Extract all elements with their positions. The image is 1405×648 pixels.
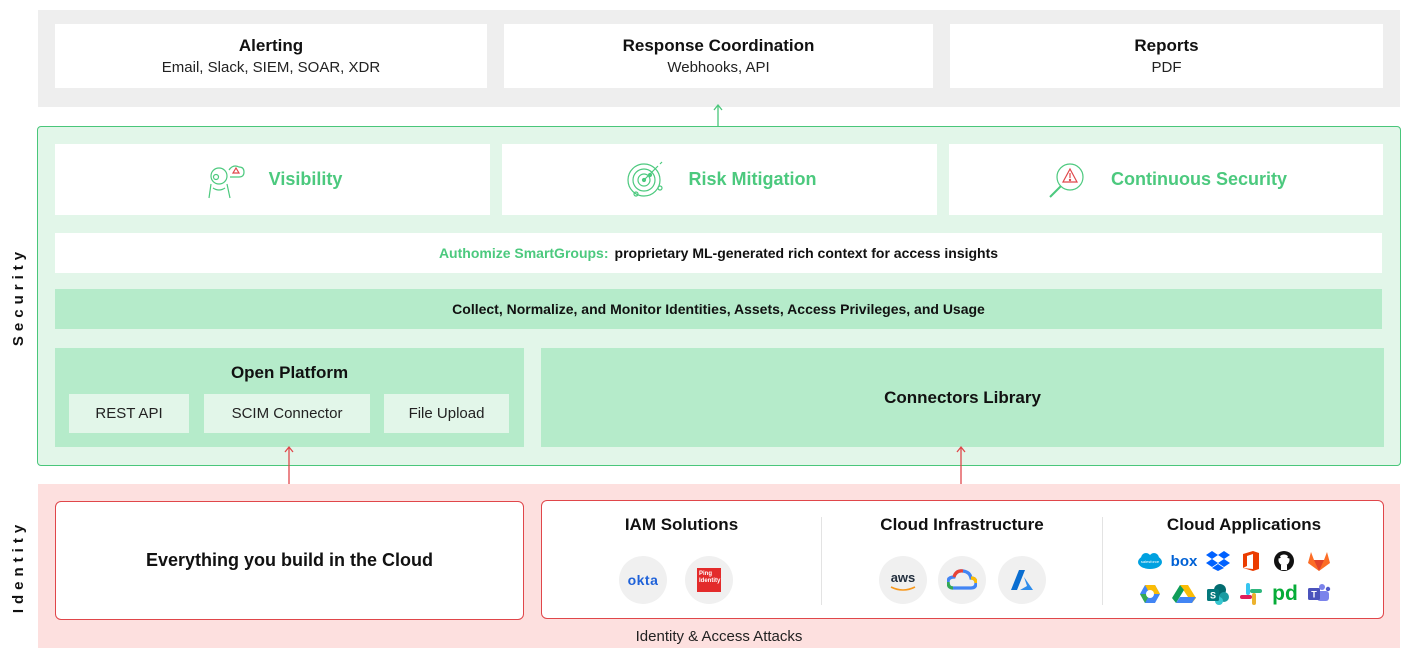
github-logo [1271, 548, 1297, 574]
smartgroups-brand: Authomize SmartGroups: [438, 245, 609, 261]
feature-risk-mitigation: Risk Mitigation [502, 144, 937, 215]
aws-logo: aws [879, 556, 927, 604]
output-reports: Reports PDF [950, 24, 1383, 88]
google-cloud-logo [938, 556, 986, 604]
security-band: Visibility Risk Mitigation Continuous Se… [37, 126, 1401, 466]
sharepoint-logo: S [1205, 581, 1231, 607]
dropbox-icon [1206, 551, 1230, 571]
gcp-icon [1140, 585, 1160, 603]
box-logo: box [1170, 548, 1198, 574]
arrow-up-to-outputs [713, 103, 723, 127]
office-icon [1243, 551, 1259, 571]
open-platform-file-upload: File Upload [384, 394, 509, 433]
identity-side-label: Identity [4, 484, 34, 648]
slack-icon [1240, 583, 1262, 605]
smartgroups-text: proprietary ML-generated rich context fo… [614, 245, 999, 261]
feature-label: Continuous Security [1110, 169, 1287, 189]
output-response-coordination: Response Coordination Webhooks, API [504, 24, 933, 88]
output-subtitle: PDF [1151, 59, 1182, 76]
google-drive-icon [1172, 585, 1196, 603]
outputs-band: Alerting Email, Slack, SIEM, SOAR, XDR R… [38, 10, 1400, 107]
pagerduty-logo: pd [1269, 581, 1301, 607]
output-title: Response Coordination [622, 36, 815, 55]
okta-logo-text: okta [627, 572, 659, 588]
google-drive-logo [1171, 581, 1197, 607]
output-subtitle: Email, Slack, SIEM, SOAR, XDR [161, 59, 381, 76]
gcp-logo [1137, 581, 1163, 607]
magnifier-warning-icon [1049, 162, 1084, 198]
ping-identity-logo-text: Ping Identity [697, 568, 721, 592]
smartgroups-bar: Authomize SmartGroups: proprietary ML-ge… [55, 233, 1382, 273]
feature-label: Visibility [268, 169, 343, 189]
azure-icon [1011, 570, 1033, 590]
pagerduty-logo-text: pd [1272, 582, 1298, 605]
category-cloud-applications: Cloud Applications salesforce box S pd T [1103, 501, 1385, 618]
feature-visibility: Visibility [55, 144, 490, 215]
identity-access-attacks-label: Identity & Access Attacks [635, 628, 803, 645]
category-cloud-infrastructure: Cloud Infrastructure aws [822, 501, 1102, 618]
output-alerting: Alerting Email, Slack, SIEM, SOAR, XDR [55, 24, 487, 88]
category-iam-solutions: IAM Solutions okta Ping Identity [542, 501, 821, 618]
ping-identity-logo: Ping Identity [685, 556, 733, 604]
output-subtitle: Webhooks, API [667, 59, 770, 76]
sharepoint-icon: S [1207, 584, 1229, 605]
gitlab-logo [1306, 548, 1332, 574]
box-logo-text: box [1170, 552, 1198, 570]
dropbox-logo [1205, 548, 1231, 574]
output-title: Reports [1134, 36, 1199, 55]
teams-icon: T [1308, 584, 1331, 601]
radar-icon [627, 161, 664, 197]
connectors-library-panel: Connectors Library [541, 348, 1384, 447]
office-logo [1238, 548, 1264, 574]
feature-label: Risk Mitigation [688, 169, 817, 189]
aws-smile-icon [890, 586, 916, 591]
slack-logo [1238, 581, 1264, 607]
security-side-label: Security [4, 126, 34, 466]
google-cloud-icon [947, 569, 977, 590]
feature-continuous-security: Continuous Security [949, 144, 1383, 215]
category-title: IAM Solutions [624, 515, 739, 534]
salesforce-logo: salesforce [1137, 548, 1163, 574]
security-label-text: Security [10, 246, 28, 346]
svg-text:T: T [1311, 590, 1317, 600]
okta-logo: okta [619, 556, 667, 604]
build-cloud-box: Everything you build in the Cloud [55, 501, 524, 620]
identity-label-text: Identity [10, 519, 28, 613]
gitlab-icon [1308, 552, 1330, 571]
svg-text:S: S [1210, 591, 1216, 601]
github-icon [1274, 551, 1294, 571]
build-cloud-text: Everything you build in the Cloud [146, 550, 433, 570]
aws-logo-text: aws [890, 569, 916, 585]
category-title: Cloud Infrastructure [880, 515, 1044, 534]
output-title: Alerting [238, 36, 304, 55]
category-title: Cloud Applications [1166, 515, 1322, 534]
collect-bar: Collect, Normalize, and Monitor Identiti… [55, 289, 1382, 329]
open-platform-rest-api: REST API [69, 394, 189, 433]
teams-logo: T [1306, 581, 1332, 607]
open-platform-title: Open Platform [230, 363, 349, 382]
visibility-person-icon [208, 164, 245, 198]
identity-band: Everything you build in the Cloud IAM So… [38, 484, 1400, 648]
integrations-box: IAM Solutions okta Ping Identity Cloud I… [541, 500, 1384, 619]
open-platform-panel: Open Platform REST API SCIM Connector Fi… [55, 348, 524, 447]
open-platform-scim-connector: SCIM Connector [204, 394, 370, 433]
azure-logo [998, 556, 1046, 604]
salesforce-logo-text: salesforce [1141, 559, 1160, 564]
